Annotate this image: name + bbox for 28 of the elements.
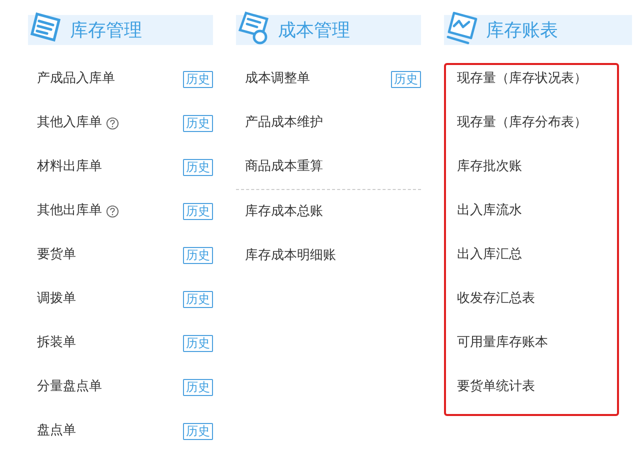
menu-item[interactable]: 其他出库单 [37,201,102,221]
menu-item[interactable]: 盘点单 [37,421,76,441]
help-icon[interactable] [106,116,119,130]
menu-item[interactable]: 现存量（库存分布表） [457,113,587,133]
menu-item[interactable]: 材料出库单 [37,157,102,177]
menu-item[interactable]: 库存成本总账 [245,202,323,222]
menu-item[interactable]: 成本调整单 [245,69,310,89]
menu-item[interactable]: 拆装单 [37,333,76,353]
menu-item[interactable]: 产成品入库单 [37,69,115,89]
menu-item[interactable]: 分量盘点单 [37,377,102,397]
menu-item[interactable]: 现存量（库存状况表） [457,69,587,89]
menu-item[interactable]: 出入库汇总 [457,245,522,265]
section-title: 成本管理 [278,18,350,42]
menu-item[interactable]: 要货单 [37,245,76,265]
menu-item[interactable]: 调拨单 [37,289,76,309]
menu-item[interactable]: 出入库流水 [457,201,522,221]
section-title: 库存账表 [486,18,558,42]
menu-item[interactable]: 可用量库存账本 [457,333,548,353]
menu-item[interactable]: 库存批次账 [457,157,522,177]
menu-item[interactable]: 收发存汇总表 [457,289,535,309]
menu-item[interactable]: 库存成本明细账 [245,246,336,266]
menu-item[interactable]: 产品成本维护 [245,113,323,133]
menu-item[interactable]: 商品成本重算 [245,157,323,177]
section-title: 库存管理 [70,18,142,42]
menu-item[interactable]: 要货单统计表 [457,377,535,397]
chart-document-icon [444,10,480,46]
menu-item[interactable]: 其他入库单 [37,113,102,133]
help-icon[interactable] [106,204,119,218]
